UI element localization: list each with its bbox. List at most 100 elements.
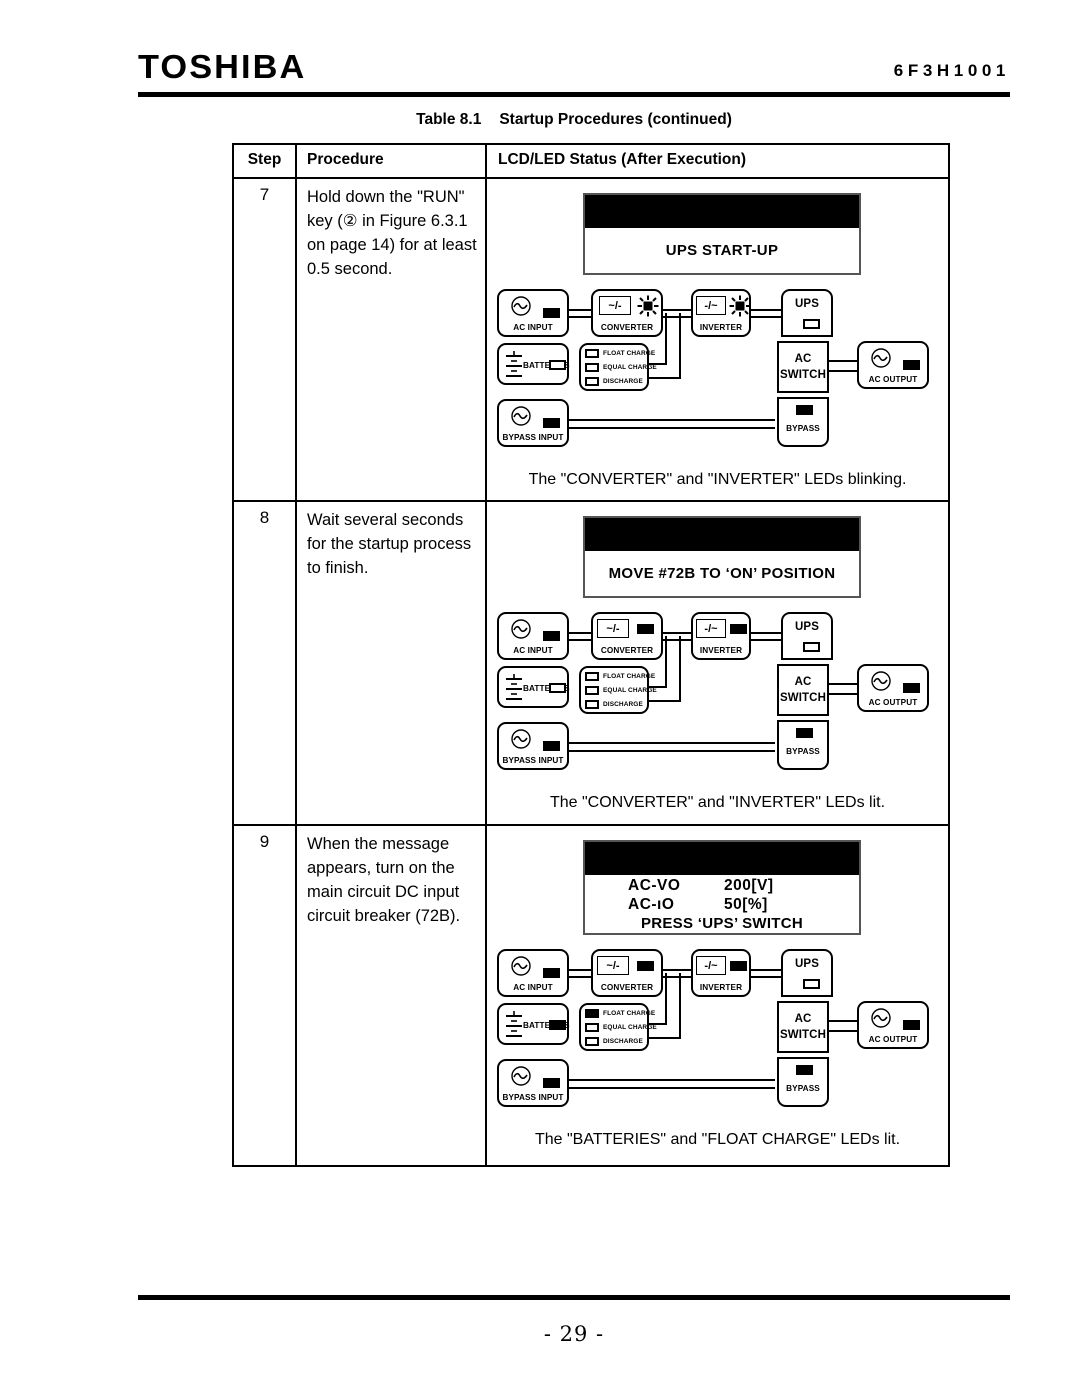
label-ups: UPS	[795, 621, 819, 633]
led-caption-8: The "CONVERTER" and "INVERTER" LEDs lit.	[549, 794, 886, 811]
label-ac-input: AC INPUT	[513, 646, 553, 655]
document-code: 6F3H1001	[893, 61, 1010, 80]
block-inverter: -/~ INVERTER	[691, 289, 751, 337]
lcd-line: MOVE #72B TO ‘ON’ POSITION	[608, 565, 836, 582]
block-ac-input: AC INPUT	[497, 612, 569, 660]
sine-wave-icon	[871, 1008, 891, 1028]
label-bypass: BYPASS	[786, 1084, 820, 1093]
wire	[567, 976, 591, 979]
led-caption-7: The "CONVERTER" and "INVERTER" LEDs blin…	[528, 471, 907, 488]
lcd-message-area: MOVE #72B TO ‘ON’ POSITION	[585, 551, 859, 596]
wire	[665, 973, 668, 1025]
lcd-line: UPS START-UP	[665, 242, 779, 259]
wire	[827, 370, 857, 373]
label-ac-switch-line2: SWITCH	[780, 692, 826, 704]
table-row-divider-2	[234, 824, 948, 826]
blinking-led-inverter	[729, 295, 751, 317]
wire	[751, 632, 781, 635]
wire	[649, 377, 681, 380]
led-discharge	[585, 700, 599, 709]
label-discharge: DISCHARGE	[603, 1038, 643, 1045]
led-inverter	[730, 961, 747, 971]
led-converter	[637, 624, 654, 634]
label-float-charge: FLOAT CHARGE	[603, 350, 656, 357]
converter-glyph-icon: ~/-	[597, 619, 629, 638]
battery-cell-icon	[506, 674, 522, 700]
led-batteries	[549, 360, 566, 370]
wire	[661, 969, 691, 972]
block-batteries: BATTERIES	[497, 343, 570, 385]
led-discharge	[585, 377, 599, 386]
block-converter: ~/- CONVERTER	[591, 949, 663, 997]
label-ac-switch-line1: AC	[794, 353, 812, 365]
wire	[649, 1037, 681, 1040]
lcd-key: AC-ıO	[628, 895, 675, 913]
lcd-message-area: AC-VO 200[V] AC-ıO 50[%] PRESS ‘UPS’ SWI…	[585, 875, 859, 933]
lcd-panel-8: MOVE #72B TO ‘ON’ POSITION	[583, 516, 861, 598]
led-ac-output	[903, 360, 920, 370]
label-ac-switch-line2: SWITCH	[780, 369, 826, 381]
led-bypass-input	[543, 418, 560, 428]
block-ups: UPS	[781, 949, 833, 997]
led-converter	[637, 961, 654, 971]
sine-wave-icon	[511, 956, 531, 976]
label-equal-charge: EQUAL CHARGE	[603, 364, 657, 371]
footer-divider	[138, 1295, 1010, 1300]
wire	[827, 683, 857, 686]
led-diagram-7: AC INPUT ~/- CONVERTER -/~ INVERTER UPS …	[489, 285, 945, 457]
wire	[827, 1020, 857, 1023]
label-ac-switch-line1: AC	[794, 1013, 812, 1025]
table-column-divider-1	[295, 145, 297, 1165]
page-number: - 29 -	[543, 1322, 605, 1346]
block-ac-switch: AC SWITCH	[777, 664, 829, 716]
wire	[751, 316, 781, 319]
block-bypass-input: BYPASS INPUT	[497, 1059, 569, 1107]
wire	[567, 427, 775, 430]
label-converter: CONVERTER	[600, 323, 654, 332]
block-bypass-input: BYPASS INPUT	[497, 399, 569, 447]
label-bypass-input: BYPASS INPUT	[502, 1093, 564, 1102]
block-bypass: BYPASS	[777, 720, 829, 770]
led-float-charge	[585, 349, 599, 358]
wire	[661, 632, 691, 635]
led-diagram-9: AC INPUT ~/- CONVERTER -/~ INVERTER UPS	[489, 945, 945, 1117]
lcd-status-bar	[585, 842, 859, 875]
label-bypass: BYPASS	[786, 747, 820, 756]
label-inverter: INVERTER	[699, 323, 743, 332]
column-header-step: Step	[247, 151, 282, 168]
led-equal-charge	[585, 1023, 599, 1032]
sine-wave-icon	[511, 619, 531, 639]
block-ac-output: AC OUTPUT	[857, 664, 929, 712]
sine-wave-icon	[871, 348, 891, 368]
block-converter: ~/- CONVERTER	[591, 612, 663, 660]
blinking-led-converter	[637, 295, 659, 317]
label-ac-input: AC INPUT	[513, 983, 553, 992]
table-header-divider	[234, 177, 948, 179]
led-ac-input	[543, 308, 560, 318]
label-inverter: INVERTER	[699, 983, 743, 992]
wire	[827, 360, 857, 363]
label-ac-switch-line2: SWITCH	[780, 1029, 826, 1041]
label-float-charge: FLOAT CHARGE	[603, 673, 656, 680]
led-ac-output	[903, 683, 920, 693]
sine-wave-icon	[511, 729, 531, 749]
block-charge-leds: FLOAT CHARGE EQUAL CHARGE DISCHARGE	[579, 666, 657, 714]
wire	[567, 742, 775, 745]
label-inverter: INVERTER	[699, 646, 743, 655]
led-batteries	[549, 683, 566, 693]
converter-glyph-icon: ~/-	[597, 956, 629, 975]
table-row: 9	[259, 832, 270, 851]
wire	[567, 309, 591, 312]
led-ups	[803, 319, 820, 329]
label-ac-output: AC OUTPUT	[868, 1035, 918, 1044]
led-bypass-input	[543, 741, 560, 751]
lcd-value: 200[V]	[724, 876, 774, 894]
lcd-value-row: AC-VO 200[V]	[616, 877, 828, 895]
converter-glyph-icon: ~/-	[599, 296, 631, 315]
sine-wave-icon	[871, 671, 891, 691]
led-diagram-8: AC INPUT ~/- CONVERTER -/~ INVERTER UPS	[489, 608, 945, 780]
battery-cell-icon	[506, 351, 522, 377]
column-header-procedure: Procedure	[307, 151, 384, 168]
led-bypass	[796, 728, 813, 738]
label-discharge: DISCHARGE	[603, 701, 643, 708]
